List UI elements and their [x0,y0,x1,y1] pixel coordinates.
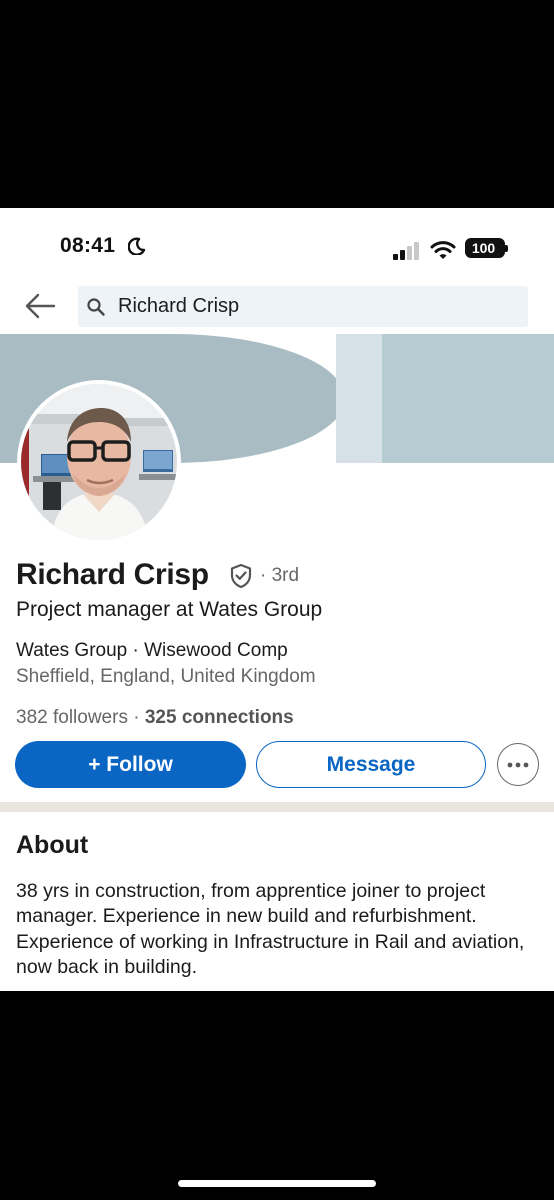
more-horizontal-icon [507,762,529,767]
arrow-left-icon[interactable] [24,292,56,320]
connections-count[interactable]: 325 connections [145,707,294,728]
avatar-photo [21,384,177,540]
about-text: 38 yrs in construction, from apprentice … [16,880,525,978]
bottom-letterbox [0,991,554,1200]
battery-indicator: 100 [465,238,505,258]
search-input[interactable]: Richard Crisp [78,286,528,327]
profile-location: Sheffield, England, United Kingdom [16,666,316,687]
battery-nub [505,245,508,252]
search-query: Richard Crisp [118,295,240,317]
phone-screen: 08:41 100 Richard Crisp Richard Crisp · … [0,208,554,991]
section-divider [0,802,554,812]
more-button[interactable] [497,743,539,786]
home-indicator[interactable] [178,1180,376,1187]
search-icon [87,298,105,316]
followers-count[interactable]: 382 followers [16,707,128,728]
status-bar: 08:41 100 [0,208,554,284]
profile-headline: Project manager at Wates Group [16,598,323,621]
profile-companies[interactable]: Wates Group · Wisewood Comp [16,640,288,662]
moon-icon [128,237,146,255]
status-time: 08:41 [60,234,116,257]
verified-shield-icon[interactable] [229,563,253,589]
cellular-signal-icon [393,242,419,260]
follow-button[interactable]: + Follow [15,741,246,788]
network-stats: 382 followers · 325 connections [16,707,294,729]
wifi-icon [430,241,456,259]
top-letterbox [0,0,554,208]
network-separator: · [127,707,145,728]
message-button[interactable]: Message [256,741,486,788]
banner-shape-right [382,334,554,463]
battery-level: 100 [471,240,496,256]
about-heading: About [16,831,89,859]
avatar[interactable] [17,380,181,544]
profile-name: Richard Crisp [16,558,209,591]
connection-degree: · 3rd [260,565,300,586]
banner-shape-middle [336,334,382,463]
avatar-portrait-image [21,384,177,540]
